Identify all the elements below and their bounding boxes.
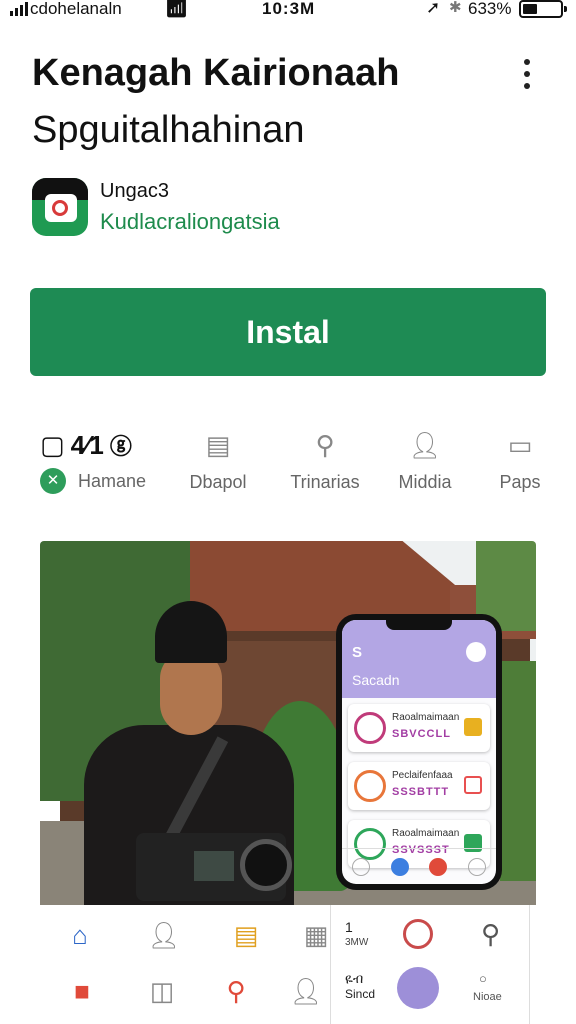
tab-middia[interactable]: 👤︎ Middia (375, 428, 475, 493)
card-title: Raoalmaimaan (392, 828, 460, 839)
page-title: Kenagah Kairionaah Spguitalhahinan (32, 48, 502, 155)
battery-percent: 633% (468, 0, 512, 18)
tab-trinarias[interactable]: ⚲ Trinarias (275, 428, 375, 493)
app-screenshot[interactable]: S Sacadn Raoalmaimaan SBVCCLL Peclaifenf… (40, 541, 536, 1024)
camera-icon (429, 857, 448, 876)
tab-label: Trinarias (290, 472, 360, 492)
location-icon: ➚ (426, 0, 441, 17)
tab-hamane[interactable]: ▢ 4⁄1 ⓖ ✕ Hamane (40, 428, 170, 494)
g-badge-icon: ⓖ (109, 434, 132, 459)
title-line-1: Kenagah Kairionaah (32, 52, 400, 94)
count: 1 (345, 919, 353, 935)
search-icon: ⚲ (315, 429, 335, 460)
person-icon: 👤︎ (289, 975, 323, 1006)
carrier-name: cdohelanaln (30, 0, 122, 18)
no-entry-icon (354, 712, 386, 744)
phone-mockup: S Sacadn Raoalmaimaan SBVCCLL Peclaifenf… (336, 614, 502, 890)
category-tabs: ▢ 4⁄1 ⓖ ✕ Hamane ▤ Dbapol ⚲ Trinarias 👤︎… (30, 428, 550, 502)
gallery-icon: ◫ (149, 975, 175, 1006)
card-title: Raoalmaimaan (392, 712, 460, 723)
document-icon: ▤ (205, 429, 231, 460)
panel-label: Sincd (345, 987, 376, 1001)
ring-icon: ○ (479, 971, 487, 986)
signal-icon (10, 2, 28, 16)
tab-label: Middia (398, 472, 452, 492)
install-button[interactable]: Instal (30, 288, 546, 376)
tab-paps[interactable]: ▭ Paps (480, 428, 560, 493)
clock: 10:3M (262, 0, 316, 18)
profile-panel: 1 3MW ⚲ ዬብ Sincd ○ Nioae (330, 905, 530, 1024)
panel-label-2: Nioae (473, 991, 502, 1003)
phone-logo: S (352, 644, 363, 661)
tab-label: Paps (499, 472, 541, 492)
tag-icon (464, 776, 482, 794)
tab-label: Dbapol (189, 472, 247, 492)
search-icon: ⚲ (226, 975, 246, 1006)
phone-icon (467, 857, 486, 876)
status-bar: cdohelanaln 📶︎ 10:3M ➚ ✱ 633% (0, 0, 576, 22)
avatar (397, 967, 439, 1009)
panel-glyph: ዬብ (345, 971, 364, 986)
search-icon: ⚲ (481, 919, 501, 949)
list-item: Raoalmaimaan SBVCCLL (348, 704, 490, 752)
heart-icon (403, 919, 433, 949)
app-icon[interactable] (32, 178, 88, 236)
chat-icon: ▭ (507, 429, 533, 460)
app-name: Ungac3 (100, 180, 169, 202)
home-icon: ⌂ (72, 919, 88, 950)
card-subtitle: SSSBTTT (392, 786, 450, 798)
document-icon: ▤ (233, 919, 259, 950)
title-line-2: Spguitalhahinan (32, 109, 305, 151)
phone-header-text: Sacadn (352, 672, 400, 688)
list-item: Peclaifenfaaa SSSBTTT (348, 762, 490, 810)
camera-image (136, 833, 292, 901)
stats-row: ▢ 4⁄1 ⓖ (40, 428, 170, 462)
tab-dbapol[interactable]: ▤ Dbapol (168, 428, 268, 493)
phone-nav (342, 848, 496, 884)
store-icon: ■ (74, 975, 90, 1006)
tab-label: Hamane (78, 470, 147, 491)
person-icon: 👤︎ (147, 919, 181, 950)
bluetooth-icon: ✱ (449, 0, 462, 16)
card-title: Peclaifenfaaa (392, 770, 453, 781)
wifi-icon: 📶︎ (165, 0, 188, 18)
count-sub: 3MW (345, 937, 369, 948)
icon-grid: ⌂ 👤︎ ▤ ▦ ■ ◫ ⚲ 👤︎ 1 3MW ⚲ ዬብ Sincd ○ Nio… (40, 905, 536, 1024)
home-icon: ✕ (40, 468, 66, 494)
badge-icon (464, 718, 482, 736)
developer-link[interactable]: Kudlacraliongatsia (100, 209, 280, 235)
no-entry-icon (354, 770, 386, 802)
more-options-icon[interactable] (516, 56, 538, 92)
clipboard-icon: ▢ (40, 429, 65, 460)
avatar (466, 642, 486, 662)
card-subtitle: SBVCCLL (392, 728, 451, 740)
tab-count: 4⁄1 (70, 429, 104, 460)
person-icon: 👤︎ (408, 429, 442, 460)
battery-icon (519, 0, 567, 18)
compass-icon (390, 857, 409, 876)
home-icon (352, 857, 371, 876)
